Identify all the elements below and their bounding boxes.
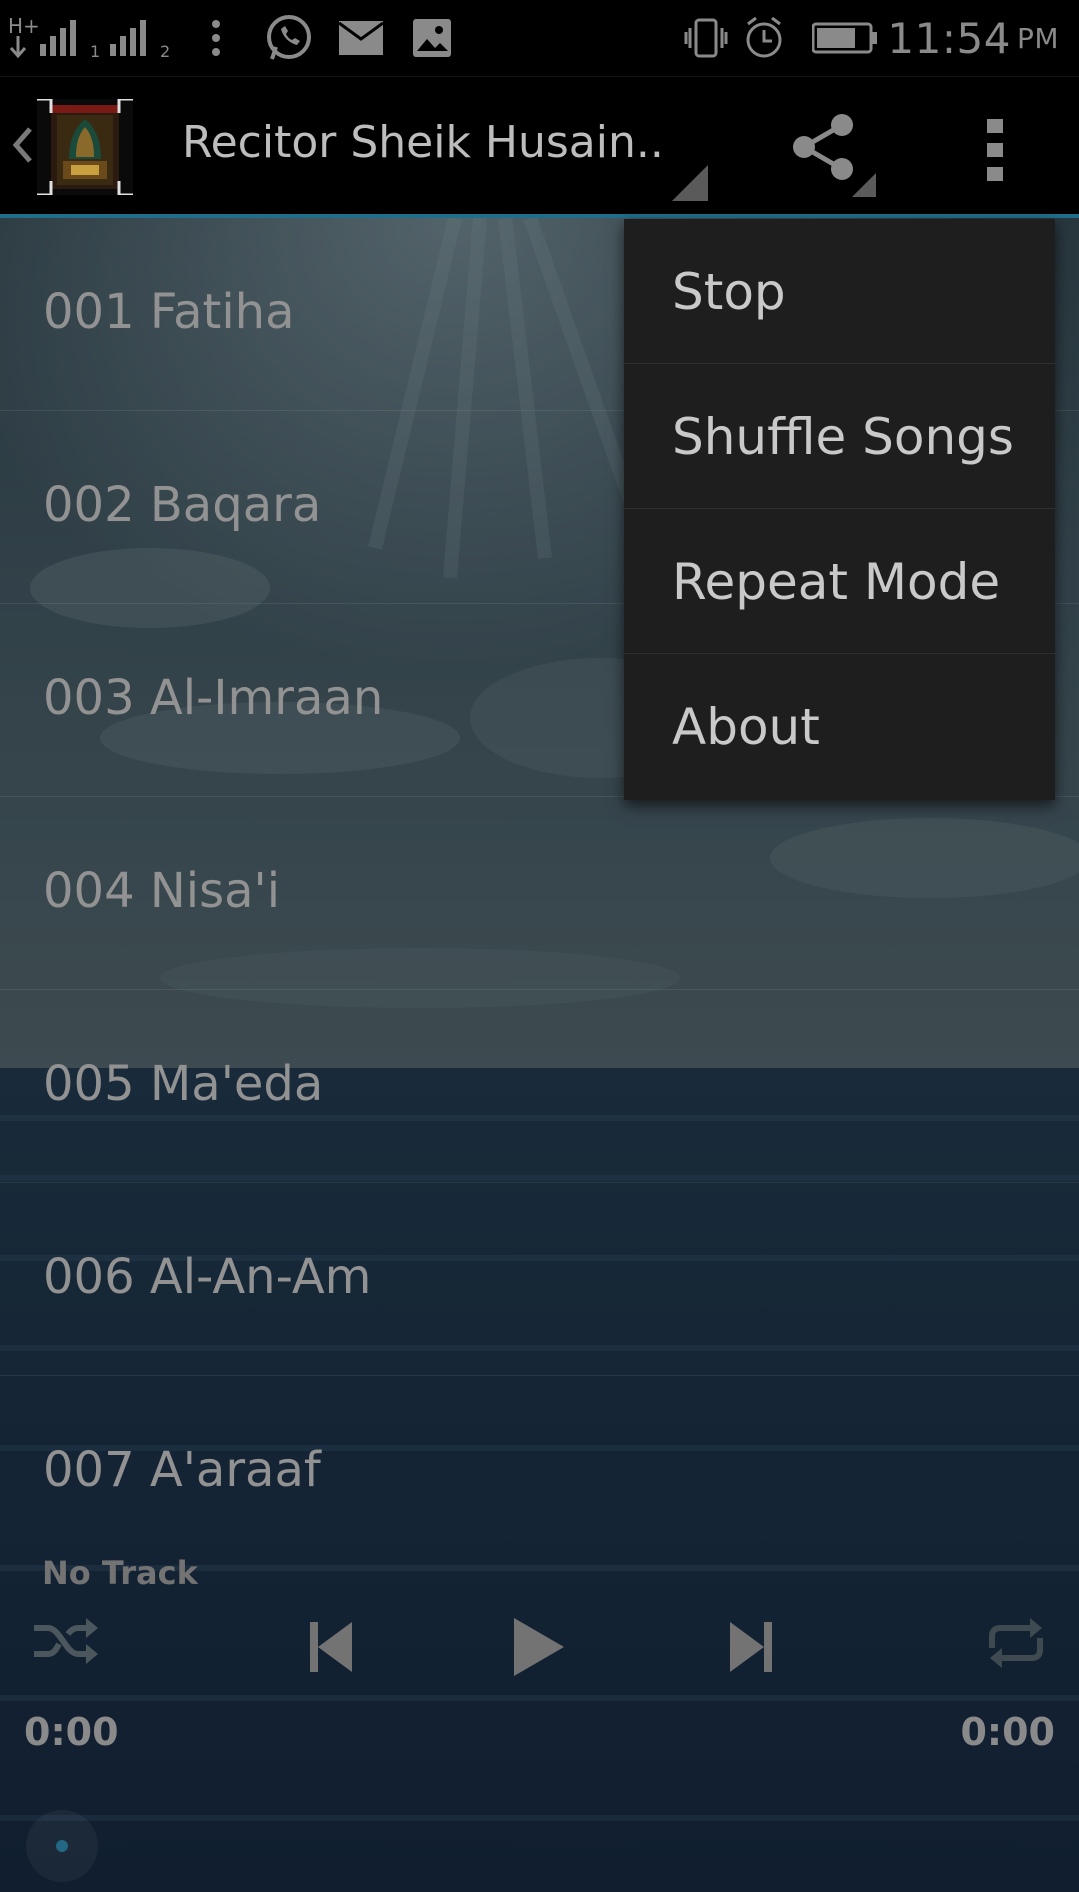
overflow-dots-icon: [210, 0, 222, 76]
menu-item-shuffle-songs[interactable]: Shuffle Songs: [624, 364, 1055, 509]
track-item[interactable]: 004 Nisa'i: [0, 797, 1079, 990]
next-icon: [730, 1622, 772, 1672]
status-clock: 11:54 PM: [887, 0, 1059, 76]
clock-ampm: PM: [1016, 21, 1059, 55]
menu-item-about[interactable]: About: [624, 654, 1055, 800]
seek-position-dot: [56, 1840, 68, 1852]
duration-time: 0:00: [960, 1710, 1055, 1754]
menu-item-repeat-mode[interactable]: Repeat Mode: [624, 509, 1055, 654]
network-label: H+: [8, 14, 40, 38]
track-title: 005 Ma'eda: [43, 1056, 324, 1112]
repeat-icon: [989, 1618, 1043, 1668]
signal-sim1-icon: 1: [40, 0, 100, 76]
overflow-menu-button[interactable]: [975, 115, 1015, 185]
vibrate-icon: [684, 0, 728, 76]
quran-reader-logo-icon: [37, 97, 133, 197]
mail-icon: [338, 0, 384, 76]
track-title: 001 Fatiha: [43, 284, 295, 340]
track-item[interactable]: 006 Al-An-Am: [0, 1183, 1079, 1376]
overflow-popup-menu: Stop Shuffle Songs Repeat Mode About: [624, 219, 1055, 800]
clock-time: 11:54: [887, 13, 1011, 63]
battery-icon: [812, 0, 878, 76]
overflow-menu-icon: [987, 119, 1003, 181]
alarm-icon: [742, 0, 786, 76]
share-button[interactable]: [786, 111, 876, 197]
share-icon: [793, 114, 876, 197]
sim1-label: 1: [90, 41, 101, 61]
menu-item-label: Repeat Mode: [672, 553, 1001, 611]
app-logo[interactable]: [37, 97, 133, 197]
track-item[interactable]: 005 Ma'eda: [0, 990, 1079, 1183]
image-icon: [412, 0, 452, 76]
app-title[interactable]: Recitor Sheik Husain..: [182, 117, 664, 168]
menu-item-label: About: [672, 698, 820, 756]
back-chevron-icon[interactable]: [10, 115, 34, 175]
track-title: 004 Nisa'i: [43, 863, 281, 919]
previous-button[interactable]: [310, 1622, 352, 1676]
seek-bar-thumb[interactable]: [26, 1810, 98, 1882]
track-title: 003 Al-Imraan: [43, 670, 384, 726]
previous-icon: [310, 1622, 352, 1672]
spinner-indicator-icon: [672, 165, 708, 201]
sim2-label: 2: [160, 41, 171, 61]
shuffle-icon: [34, 1618, 98, 1664]
next-button[interactable]: [730, 1622, 772, 1676]
play-button[interactable]: [514, 1618, 564, 1680]
repeat-button[interactable]: [986, 1618, 1046, 1672]
status-bar: H+ 1 2 11:54 PM: [0, 0, 1079, 76]
track-title: 002 Baqara: [43, 477, 322, 533]
shuffle-button[interactable]: [32, 1618, 98, 1668]
menu-item-stop[interactable]: Stop: [624, 219, 1055, 364]
menu-item-label: Stop: [672, 263, 786, 321]
track-title: 007 A'araaf: [43, 1442, 321, 1498]
now-playing-title: No Track: [42, 1554, 198, 1592]
menu-item-label: Shuffle Songs: [672, 408, 1014, 466]
track-title: 006 Al-An-Am: [43, 1249, 372, 1305]
action-bar: Recitor Sheik Husain..: [0, 76, 1079, 215]
elapsed-time: 0:00: [24, 1710, 119, 1754]
signal-sim2-icon: 2: [110, 0, 170, 76]
player-panel: No Track 0:00 0:00: [0, 1530, 1079, 1892]
play-icon: [514, 1618, 564, 1676]
whatsapp-icon: [264, 0, 314, 76]
